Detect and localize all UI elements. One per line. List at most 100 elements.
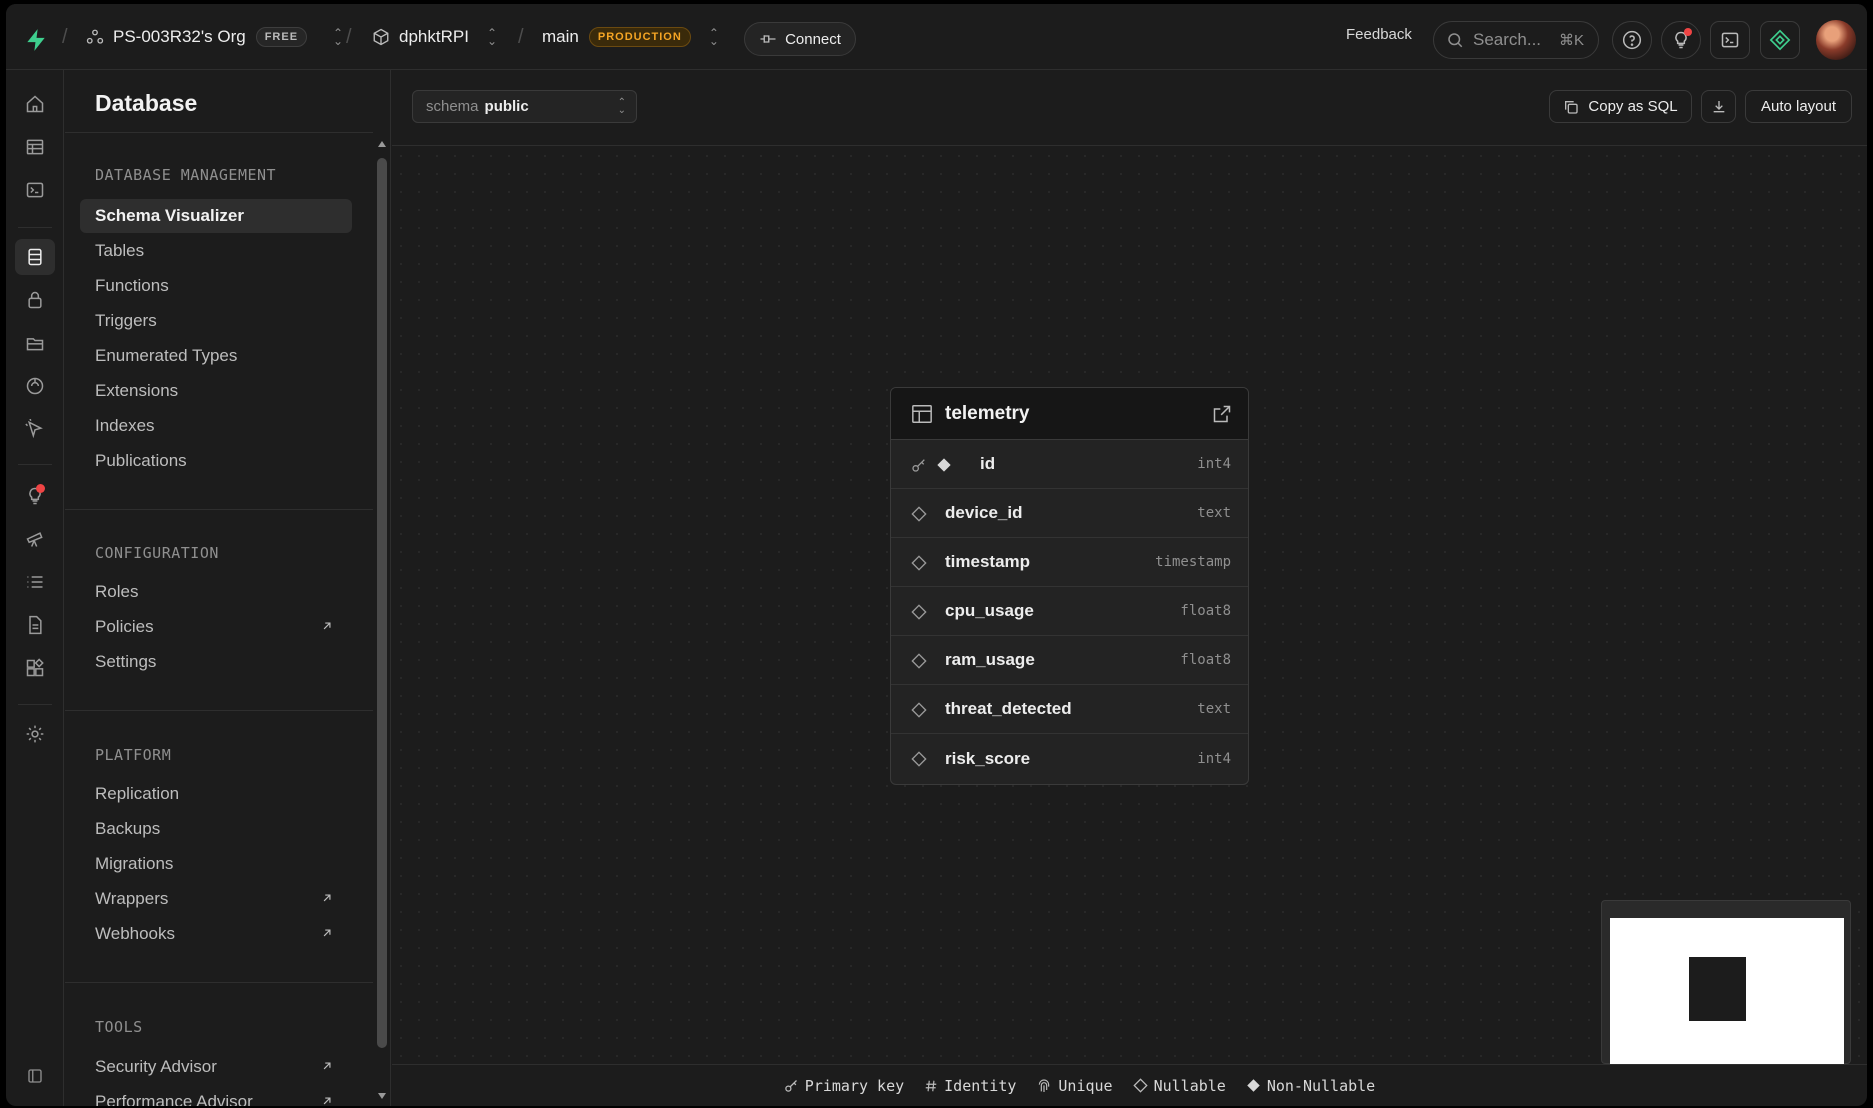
section-label-configuration: CONFIGURATION [95,544,219,562]
menu-item-extensions[interactable]: Extensions [80,374,352,408]
plug-icon [760,35,776,43]
column-name: cpu_usage [945,601,1034,620]
main-content: schema public ⌃ ⌄ Copy as SQL Auto layout… [392,70,1867,1106]
column-type: text [1197,701,1231,717]
reports-telescope-icon[interactable] [15,521,55,557]
branch-selector[interactable]: main PRODUCTION ⌃ ⌄ [542,4,719,70]
menu-divider [65,509,373,510]
scroll-up-arrow-icon[interactable] [377,140,387,148]
search-icon [1448,33,1463,48]
menu-item-enumerated-types[interactable]: Enumerated Types [80,339,352,373]
auto-layout-button[interactable]: Auto layout [1745,90,1852,123]
help-button[interactable] [1612,21,1652,59]
sql-editor-icon[interactable] [15,172,55,208]
menu-scrollbar[interactable] [373,134,390,1106]
column-type: text [1197,505,1231,521]
assistant-button[interactable] [1760,21,1800,59]
database-icon[interactable] [15,239,55,275]
menu-item-replication[interactable]: Replication [80,777,352,811]
realtime-icon[interactable] [15,368,55,404]
settings-gear-icon[interactable] [15,716,55,752]
section-label-tools: TOOLS [95,1018,143,1036]
search-shortcut: ⌘K [1558,32,1584,49]
primary-key-icon [912,459,925,472]
schema-canvas[interactable]: telemetry id int4 device_id text timesta [392,147,1867,1065]
minimap-table-node [1689,957,1746,1021]
home-icon[interactable] [15,86,55,122]
advisors-lightbulb-icon[interactable] [15,478,55,514]
external-link-arrow-icon [323,1062,331,1070]
org-selector[interactable]: PS-003R32's Org FREE ⌃ ⌄ [86,4,343,70]
legend-label: Nullable [1153,1076,1226,1095]
menu-item-backups[interactable]: Backups [80,812,352,846]
user-avatar[interactable] [1816,20,1856,60]
rail-divider [18,227,52,228]
table-editor-icon[interactable] [15,129,55,165]
integrations-icon[interactable] [15,650,55,686]
scrollbar-thumb[interactable] [377,158,387,1048]
menu-item-publications[interactable]: Publications [80,444,352,478]
menu-item-webhooks[interactable]: Webhooks [80,917,352,951]
menu-item-performance-advisor[interactable]: Performance Advisor [80,1085,352,1106]
canvas-minimap[interactable] [1601,900,1851,1065]
column-row[interactable]: ram_usage float8 [891,636,1248,685]
table-node-telemetry[interactable]: telemetry id int4 device_id text timesta [890,387,1249,785]
search-placeholder: Search... [1473,30,1542,49]
legend-non-nullable: Non-Nullable [1246,1077,1375,1095]
feedback-button[interactable]: Feedback [1346,26,1412,43]
menu-item-triggers[interactable]: Triggers [80,304,352,338]
column-row[interactable]: timestamp timestamp [891,538,1248,587]
project-selector[interactable]: dphktRPI ⌃ ⌄ [372,4,497,70]
copy-as-sql-button[interactable]: Copy as SQL [1549,90,1692,123]
column-row[interactable]: risk_score int4 [891,734,1248,783]
advisor-notifications-button[interactable] [1661,21,1701,59]
menu-item-roles[interactable]: Roles [80,575,352,609]
notification-dot [1684,28,1692,36]
legend-label: Unique [1058,1076,1113,1095]
menu-item-tables[interactable]: Tables [80,234,352,268]
menu-item-security-advisor[interactable]: Security Advisor [80,1050,352,1084]
supabase-logo-icon[interactable] [23,27,49,53]
section-label-database-management: DATABASE MANAGEMENT [95,166,277,184]
menu-title: Database [95,90,198,116]
column-name: ram_usage [945,650,1035,669]
logs-list-icon[interactable] [15,564,55,600]
edge-functions-icon[interactable] [15,411,55,447]
breadcrumb-separator: / [346,25,352,48]
column-row[interactable]: id int4 [891,440,1248,489]
menu-item-migrations[interactable]: Migrations [80,847,352,881]
storage-icon[interactable] [15,325,55,361]
collapse-sidebar-icon[interactable] [15,1058,55,1094]
open-external-icon[interactable] [1212,404,1232,424]
project-box-icon [373,28,389,46]
column-row[interactable]: threat_detected text [891,685,1248,734]
copy-as-sql-label: Copy as SQL [1588,98,1678,115]
connect-button[interactable]: Connect [744,22,856,56]
schema-selector[interactable]: schema public ⌃ ⌄ [412,90,637,123]
menu-item-wrappers[interactable]: Wrappers [80,882,352,916]
column-row[interactable]: device_id text [891,489,1248,538]
menu-item-settings[interactable]: Settings [80,645,352,679]
column-name: device_id [945,503,1023,522]
column-type: timestamp [1155,554,1231,570]
chevron-updown-icon: ⌃ ⌄ [708,26,719,48]
chevron-updown-icon: ⌃ ⌄ [333,26,344,48]
menu-item-policies[interactable]: Policies [80,610,352,644]
legend-label: Non-Nullable [1266,1076,1376,1095]
column-type: float8 [1180,603,1231,619]
sql-terminal-button[interactable] [1710,21,1750,59]
scroll-down-arrow-icon[interactable] [377,1092,387,1100]
terminal-icon [1721,32,1739,48]
search-input[interactable]: Search... ⌘K [1433,21,1599,59]
column-type: float8 [1180,652,1231,668]
production-badge: PRODUCTION [588,27,691,47]
api-docs-icon[interactable] [15,607,55,643]
download-button[interactable] [1701,90,1736,123]
table-node-header: telemetry [891,388,1248,440]
auth-lock-icon[interactable] [15,282,55,318]
menu-item-functions[interactable]: Functions [80,269,352,303]
menu-item-indexes[interactable]: Indexes [80,409,352,443]
menu-item-schema-visualizer[interactable]: Schema Visualizer [80,199,352,233]
schema-legend: Primary key Identity Unique Nullable Non… [392,1064,1867,1106]
column-row[interactable]: cpu_usage float8 [891,587,1248,636]
